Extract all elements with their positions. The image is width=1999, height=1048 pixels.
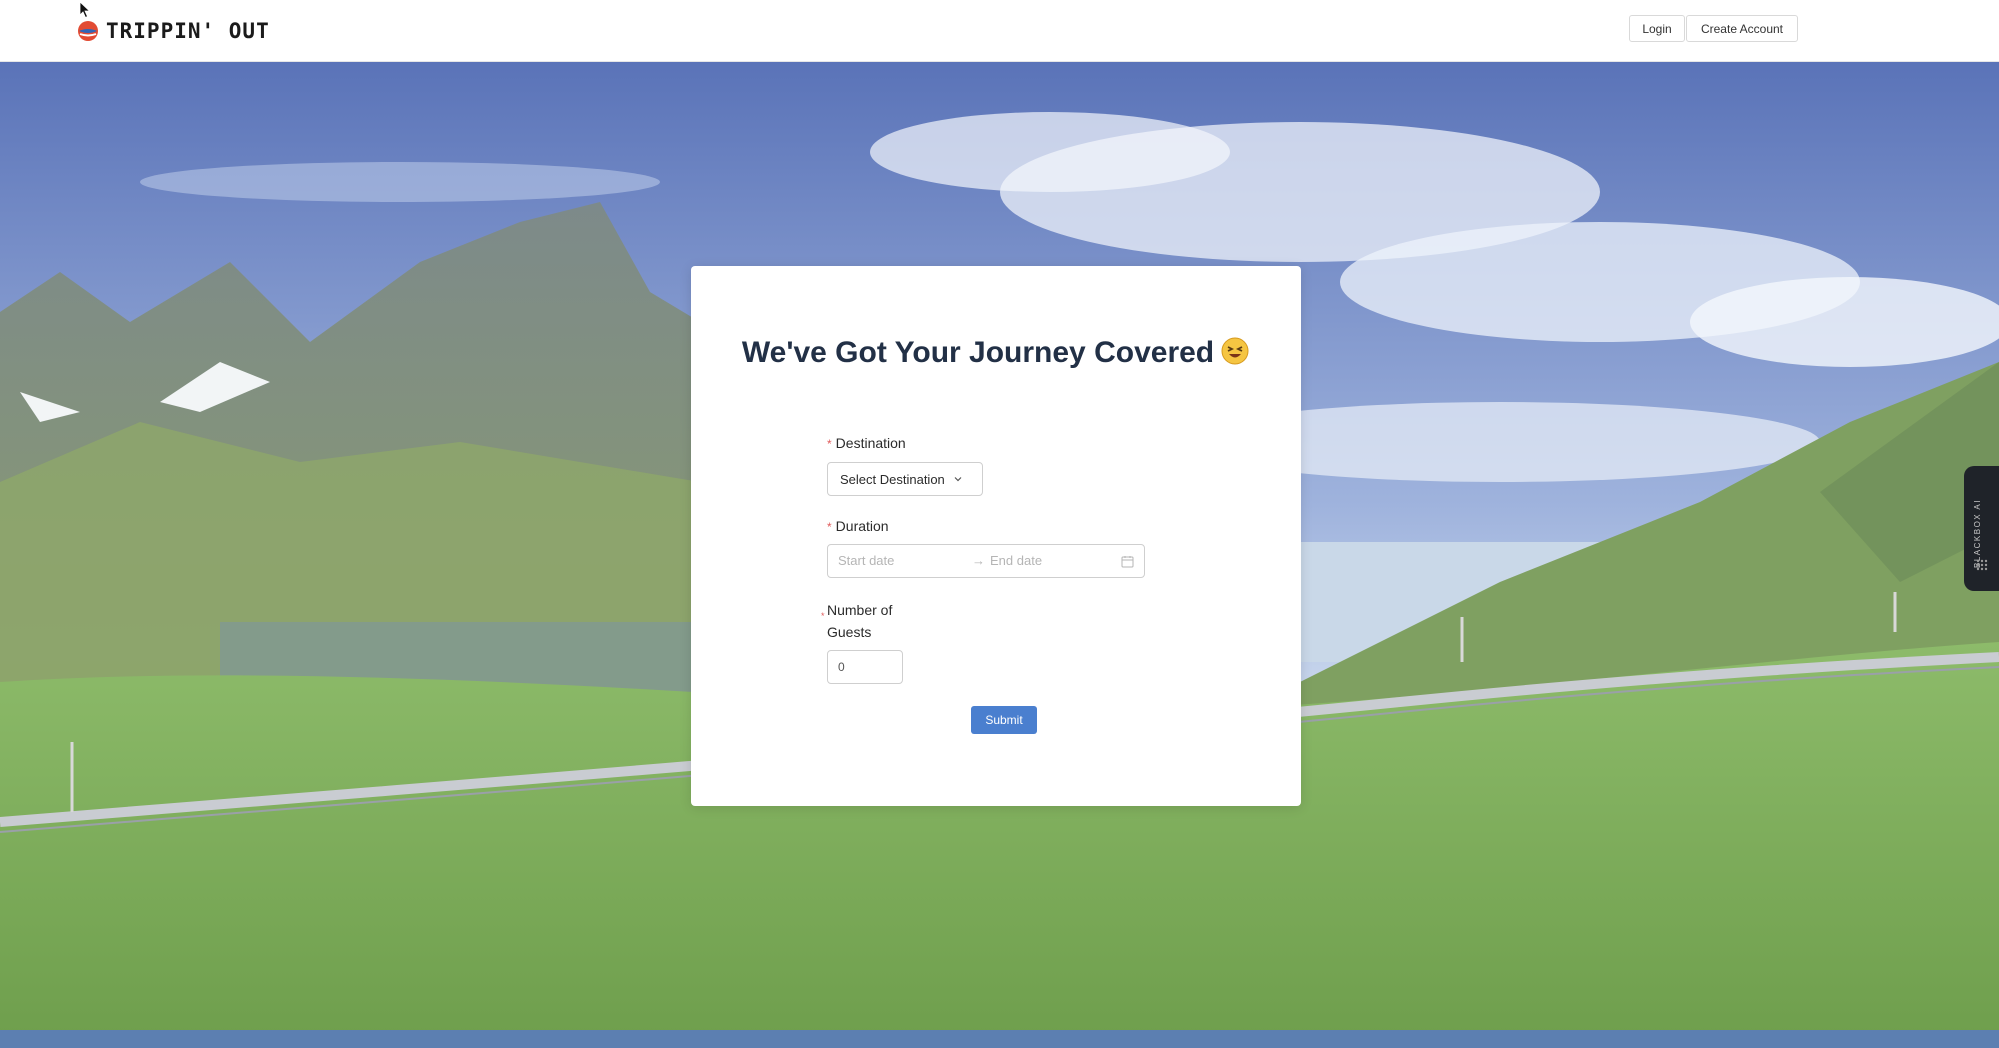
laughing-emoji-icon — [1221, 337, 1249, 365]
card-title: We've Got Your Journey Covered — [691, 336, 1301, 370]
end-date-input[interactable]: End date — [990, 553, 1110, 571]
grid-dots-icon — [1976, 559, 1988, 571]
logo-ball-icon — [78, 21, 98, 41]
duration-date-range: Start date → End date — [827, 544, 1145, 578]
guests-label: * Number of Guests — [821, 599, 893, 643]
range-arrow-icon: → — [972, 553, 985, 568]
guests-label-line2: Guests — [827, 624, 872, 640]
trip-form-card: We've Got Your Journey Covered * Destinat… — [691, 266, 1301, 806]
brand-logo[interactable]: TRIPPIN' OUT — [76, 14, 270, 48]
login-button[interactable]: Login — [1629, 15, 1685, 42]
page: TRIPPIN' OUT Login Create Account We've … — [0, 0, 1999, 1048]
side-tab-label: BLACKBOX AI — [1973, 499, 1982, 568]
destination-label-text: Destination — [835, 435, 906, 451]
required-mark: * — [821, 611, 825, 621]
mouse-cursor-icon — [79, 1, 91, 19]
guests-number-input[interactable]: 0 — [827, 650, 903, 684]
top-navbar: TRIPPIN' OUT Login Create Account — [0, 0, 1999, 62]
guests-label-line1: Number of — [827, 602, 893, 618]
chevron-down-icon — [954, 477, 962, 482]
destination-label: * Destination — [827, 432, 906, 455]
required-mark: * — [827, 437, 832, 451]
calendar-icon[interactable] — [1121, 555, 1134, 568]
card-title-text: We've Got Your Journey Covered — [741, 336, 1215, 369]
create-account-button[interactable]: Create Account — [1686, 15, 1798, 42]
bottom-band — [0, 1030, 1999, 1048]
logo-text: TRIPPIN' OUT — [106, 19, 270, 43]
start-date-input[interactable]: Start date — [838, 553, 968, 571]
destination-select[interactable]: Select Destination — [827, 462, 983, 496]
required-mark: * — [827, 520, 832, 534]
side-assistant-tab[interactable]: BLACKBOX AI — [1964, 466, 1999, 591]
duration-label-text: Duration — [835, 518, 889, 534]
duration-label: * Duration — [827, 515, 889, 538]
destination-select-value: Select Destination — [840, 471, 945, 487]
submit-button[interactable]: Submit — [971, 706, 1037, 734]
